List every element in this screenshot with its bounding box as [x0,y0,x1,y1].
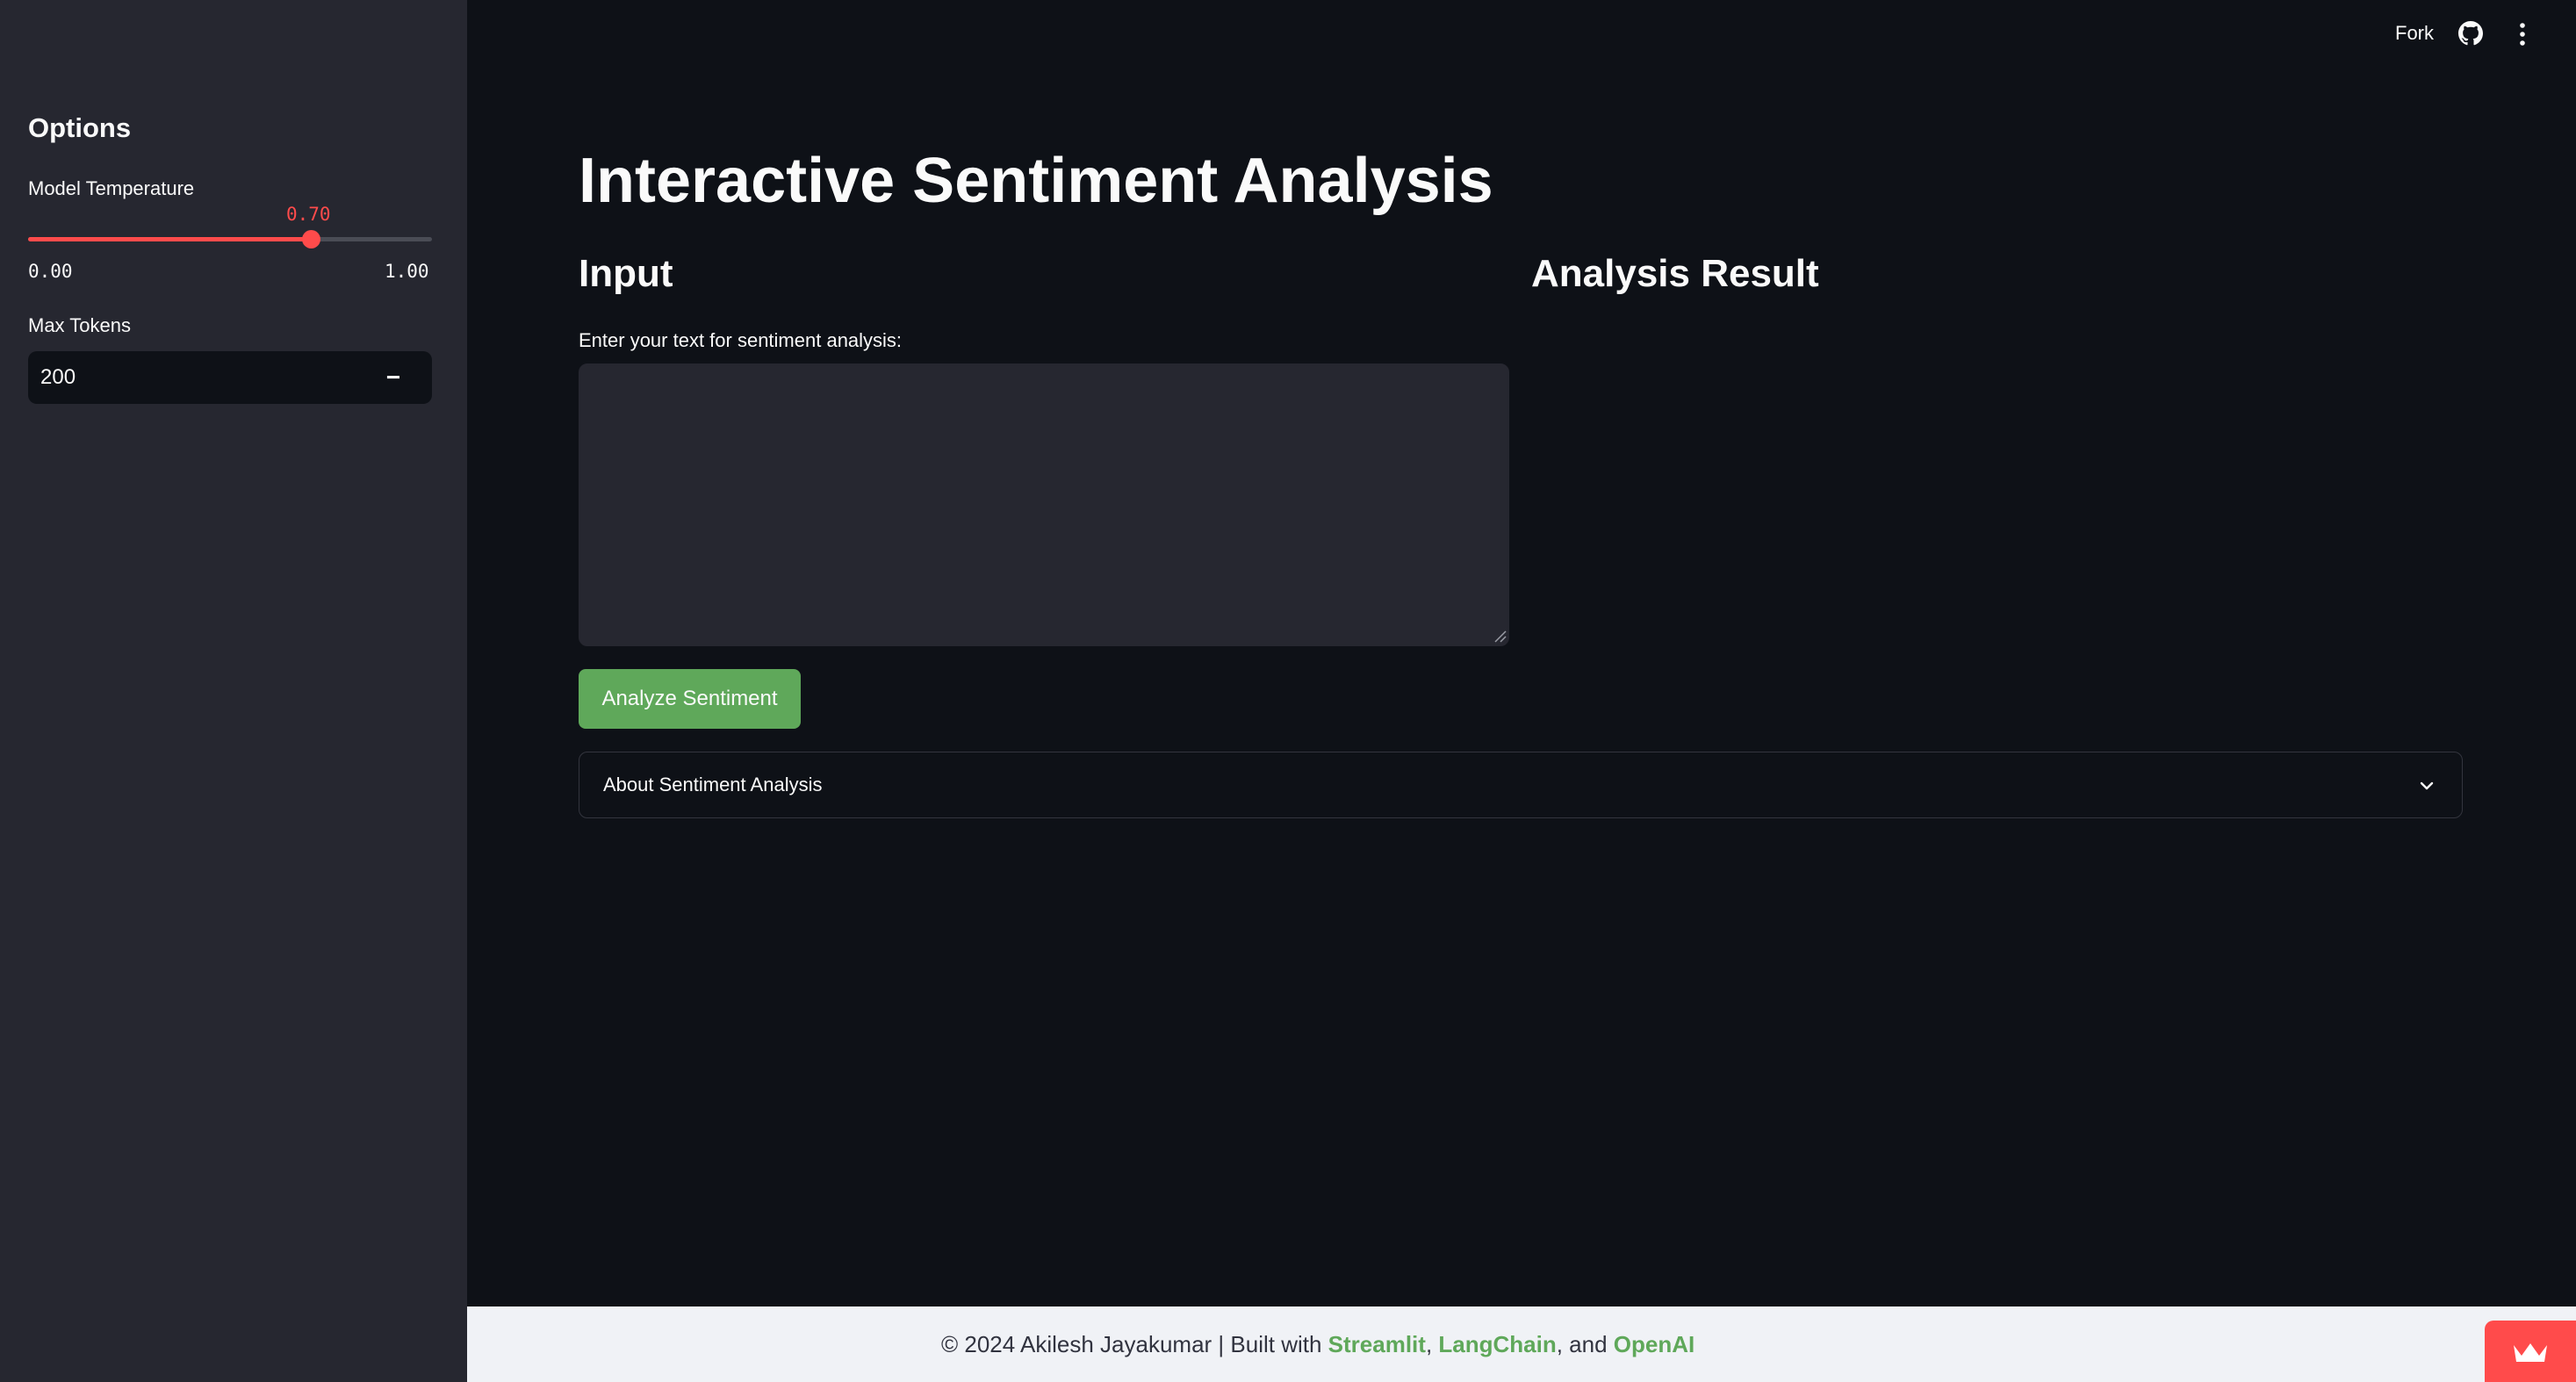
sidebar-title: Options [28,112,132,143]
analysis-result-heading: Analysis Result [1531,252,1819,295]
chevron-down-icon [2420,781,2434,790]
langchain-link[interactable]: LangChain [1438,1331,1556,1357]
kebab-menu-icon[interactable] [2515,21,2530,47]
crown-icon [2514,1343,2547,1362]
footer-sep-1: , [1425,1331,1439,1357]
max-tokens-input[interactable] [28,351,348,404]
analyze-sentiment-button[interactable]: Analyze Sentiment [579,669,801,729]
footer-sep-2: , and [1556,1331,1614,1357]
increment-button[interactable]: + [415,351,432,404]
temperature-value: 0.70 [286,204,331,225]
app-root: Options Model Temperature 0.70 0.00 1.00… [0,0,2576,1382]
decrement-button[interactable]: − [371,351,416,404]
slider-fill [28,237,311,241]
openai-link[interactable]: OpenAI [1614,1331,1695,1357]
max-tokens-input-group: − + [28,351,432,404]
about-expander[interactable]: About Sentiment Analysis [579,752,2463,818]
sentiment-text-input[interactable] [579,363,1509,646]
slider-min-label: 0.00 [28,261,73,282]
slider-thumb[interactable] [302,230,320,248]
footer-text: © 2024 Akilesh Jayakumar | Built with St… [941,1331,1695,1358]
temperature-label: Model Temperature [28,177,195,199]
github-icon[interactable] [2458,21,2483,46]
input-heading: Input [579,252,673,295]
footer: © 2024 Akilesh Jayakumar | Built with St… [467,1306,2576,1382]
sidebar: Options Model Temperature 0.70 0.00 1.00… [0,0,467,1382]
fork-link[interactable]: Fork [2395,22,2434,45]
footer-prefix: © 2024 Akilesh Jayakumar | Built with [941,1331,1328,1357]
resize-grip-icon[interactable] [1493,629,1507,643]
temperature-slider[interactable] [28,230,432,248]
streamlit-badge-button[interactable] [2485,1321,2576,1382]
max-tokens-label: Max Tokens [28,314,131,336]
streamlit-link[interactable]: Streamlit [1328,1331,1426,1357]
textarea-label: Enter your text for sentiment analysis: [579,329,903,351]
slider-max-label: 1.00 [385,261,429,282]
expander-label: About Sentiment Analysis [603,774,823,795]
page-title: Interactive Sentiment Analysis [579,146,1493,216]
